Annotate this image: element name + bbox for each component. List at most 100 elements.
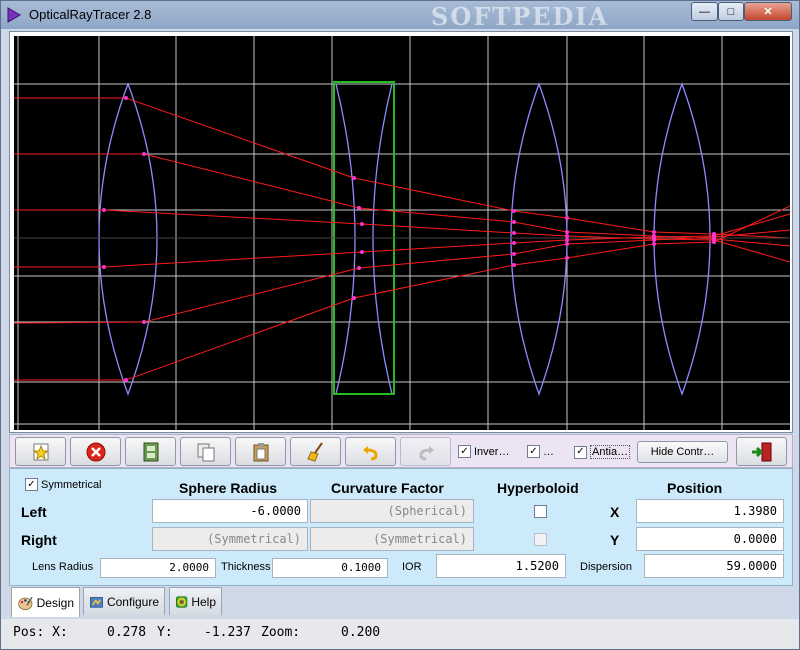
left-curvature-field: (Spherical) — [310, 499, 474, 523]
check-inverse[interactable]: ✓ Inver… — [458, 445, 509, 458]
ray-intersection-dot — [652, 230, 656, 234]
toolbar: ✓ Inver… ✓ … ✓ Antia… Hide Contr… — [9, 434, 793, 468]
maximize-button[interactable]: □ — [718, 2, 744, 21]
lens-properties-panel: ✓ Symmetrical Sphere Radius Curvature Fa… — [9, 468, 793, 586]
dispersion-label: Dispersion — [580, 561, 632, 573]
ray-intersection-dot — [512, 220, 516, 224]
undo-button[interactable] — [345, 437, 396, 466]
status-x-value: 0.278 — [107, 625, 147, 640]
check-second-label: … — [543, 445, 554, 458]
tab-design-label: Design — [36, 595, 74, 610]
right-sphere-radius-field: (Symmetrical) — [152, 527, 308, 551]
lens-radius-label: Lens Radius — [32, 561, 94, 573]
ray-intersection-dot — [512, 263, 516, 267]
ray-intersection-dot — [512, 252, 516, 256]
ray-intersection-dot — [652, 242, 656, 246]
minimize-button[interactable]: — — [691, 2, 718, 21]
help-icon — [175, 595, 188, 608]
design-icon — [18, 596, 33, 610]
ray-intersection-dot — [124, 96, 128, 100]
checkbox-antialias[interactable]: ✓ — [574, 445, 587, 459]
close-button[interactable]: ✕ — [744, 2, 792, 21]
check-inverse-label: Inver… — [474, 445, 510, 458]
ray-intersection-dot — [357, 206, 361, 210]
right-hyperboloid-checkbox — [534, 533, 547, 546]
ray-intersection-dot — [565, 216, 569, 220]
paste-icon — [253, 442, 268, 461]
status-zoom-value: 0.200 — [341, 625, 381, 640]
ray-path — [14, 209, 790, 263]
tab-design[interactable]: Design — [11, 587, 80, 617]
ray-intersection-dot — [512, 231, 516, 235]
checkbox-symmetrical[interactable]: ✓ — [25, 478, 38, 491]
tab-help[interactable]: Help — [169, 587, 222, 615]
dispersion-field[interactable]: 59.0000 — [644, 554, 784, 578]
clean-button[interactable] — [290, 437, 341, 466]
film-button[interactable] — [125, 437, 176, 466]
ray-intersection-dot — [712, 240, 716, 244]
right-row-label: Right — [21, 532, 57, 548]
y-axis-label: Y — [610, 532, 620, 548]
position-x-field[interactable]: 1.3980 — [636, 499, 784, 523]
delete-button[interactable] — [70, 437, 121, 466]
ray-path — [14, 213, 790, 268]
watermark: SOFTPEDIA — [431, 2, 610, 31]
check-antialias-label: Antia… — [590, 445, 631, 459]
intersection-dots — [102, 96, 716, 382]
title-bar[interactable]: OpticalRayTracer 2.8 SOFTPEDIA — □ ✕ — [1, 1, 799, 31]
checkbox-inverse[interactable]: ✓ — [458, 445, 471, 458]
check-second[interactable]: ✓ … — [527, 445, 554, 458]
ior-label: IOR — [402, 561, 422, 573]
copy-icon — [197, 443, 214, 461]
tab-configure-label: Configure — [106, 594, 159, 609]
hide-controls-button[interactable]: Hide Contr… — [637, 441, 728, 463]
check-antialias[interactable]: ✓ Antia… — [574, 445, 631, 459]
ray-intersection-dot — [357, 266, 361, 270]
ray-path — [14, 205, 790, 381]
left-sphere-radius-field[interactable]: -6.0000 — [152, 499, 308, 523]
ray-path — [14, 97, 790, 239]
exit-button[interactable] — [736, 437, 787, 466]
ray-intersection-dot — [565, 230, 569, 234]
header-hyperboloid: Hyperboloid — [497, 480, 579, 496]
redo-icon — [418, 445, 434, 460]
ray-trace-canvas[interactable] — [14, 36, 790, 430]
ray-intersection-dot — [652, 238, 656, 242]
symmetrical-check[interactable]: ✓ Symmetrical — [25, 478, 102, 491]
ray-intersection-dot — [712, 235, 716, 239]
left-hyperboloid-checkbox[interactable] — [534, 505, 547, 518]
ray-intersection-dot — [142, 320, 146, 324]
lens-convex-1 — [98, 82, 158, 396]
redo-button[interactable] — [400, 437, 451, 466]
ray-intersection-dot — [360, 222, 364, 226]
app-icon — [7, 7, 21, 23]
lens-radius-field[interactable]: 2.0000 — [100, 558, 216, 578]
header-position: Position — [667, 480, 723, 496]
new-lens-button[interactable] — [15, 437, 66, 466]
status-bar: Pos: X: 0.278 Y: -1.237 Zoom: 0.200 — [1, 619, 799, 649]
status-zoom-label: Zoom: — [261, 625, 301, 640]
copy-button[interactable] — [180, 437, 231, 466]
ray-intersection-dot — [124, 378, 128, 382]
checkbox-second[interactable]: ✓ — [527, 445, 540, 458]
ior-field[interactable]: 1.5200 — [436, 554, 566, 578]
close-icon — [86, 442, 105, 461]
window-title: OpticalRayTracer 2.8 — [29, 7, 152, 22]
exit-door-icon — [751, 442, 771, 461]
header-curvature-factor: Curvature Factor — [331, 480, 444, 496]
position-y-field[interactable]: 0.0000 — [636, 527, 784, 551]
thickness-label: Thickness — [221, 561, 271, 573]
tab-configure[interactable]: Configure — [83, 587, 165, 615]
star-icon — [32, 443, 49, 460]
status-pos-label: Pos: X: — [13, 625, 68, 640]
ray-intersection-dot — [102, 208, 106, 212]
paste-button[interactable] — [235, 437, 286, 466]
right-curvature-field: (Symmetrical) — [310, 527, 474, 551]
ray-intersection-dot — [102, 265, 106, 269]
tab-bar: Design Configure Help — [9, 587, 793, 617]
status-y-label: Y: — [157, 625, 173, 640]
app-window: OpticalRayTracer 2.8 SOFTPEDIA — □ ✕ ✓ I… — [0, 0, 800, 650]
tab-help-label: Help — [191, 594, 216, 609]
ray-intersection-dot — [352, 176, 356, 180]
thickness-field[interactable]: 0.1000 — [272, 558, 388, 578]
